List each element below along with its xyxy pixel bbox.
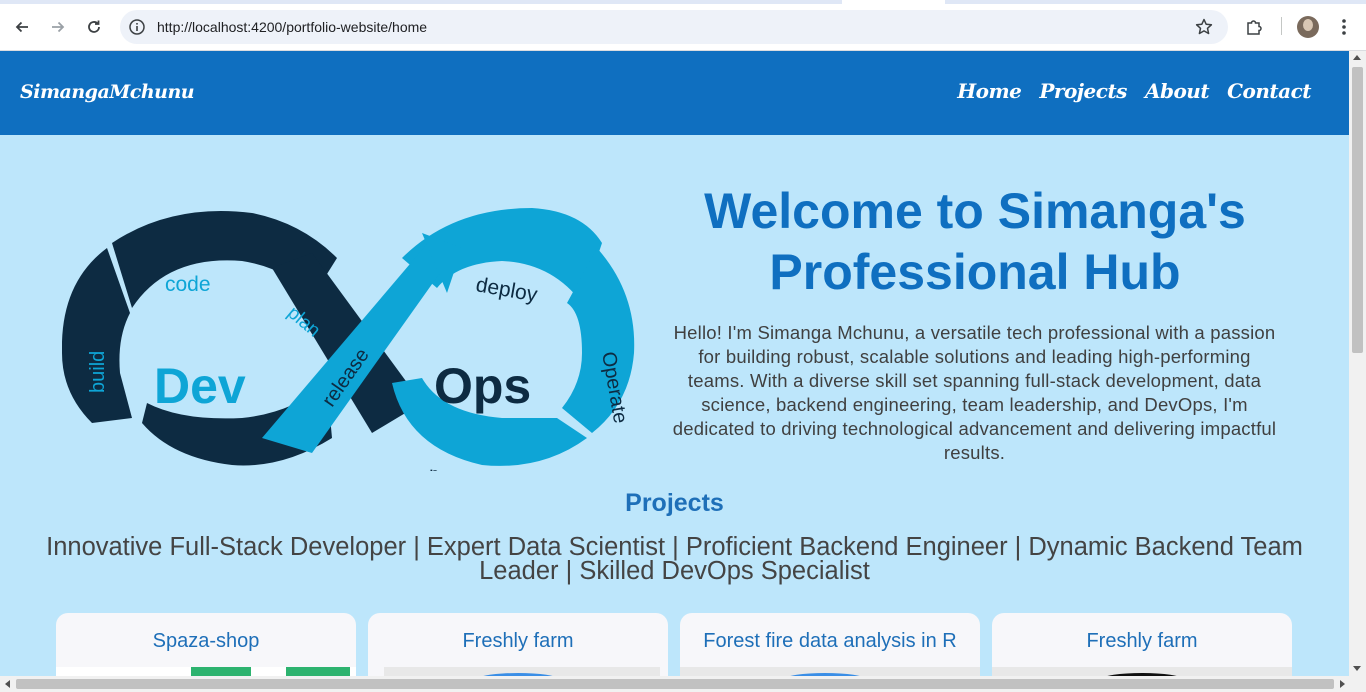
nav-home-link[interactable]: Home xyxy=(957,79,1022,103)
project-card[interactable]: Freshly farm xyxy=(992,613,1292,676)
scroll-up-arrow-icon[interactable] xyxy=(1353,55,1361,60)
project-thumbnail xyxy=(680,667,980,676)
project-card-title[interactable]: Freshly farm xyxy=(992,630,1292,653)
dev-word: Dev xyxy=(154,358,246,414)
reload-button[interactable] xyxy=(80,13,108,41)
projects-heading: Projects xyxy=(625,489,724,517)
brand-logo[interactable]: SimangaMchunu xyxy=(20,81,195,103)
bookmark-star-icon[interactable] xyxy=(1194,17,1214,42)
ops-word: Ops xyxy=(434,358,531,414)
code-word: code xyxy=(165,273,211,296)
hero-title-line2: Professional Hub xyxy=(769,244,1181,300)
scroll-down-arrow-icon[interactable] xyxy=(1353,666,1361,671)
scroll-right-arrow-icon[interactable] xyxy=(1340,680,1345,688)
projects-tagline: Innovative Full-Stack Developer | Expert… xyxy=(46,533,1303,585)
site-navbar: SimangaMchunu Home Projects About Contac… xyxy=(0,51,1349,135)
project-card-title[interactable]: Forest fire data analysis in R xyxy=(680,630,980,653)
build-word: build xyxy=(87,351,109,393)
reload-icon xyxy=(88,20,100,33)
vertical-scrollbar[interactable] xyxy=(1349,51,1366,676)
project-cards: Spaza-shop Freshly farm Forest fire data… xyxy=(56,613,1292,676)
site-info-icon[interactable] xyxy=(128,18,146,41)
browser-toolbar: http://localhost:4200/portfolio-website/… xyxy=(0,0,1366,51)
devops-infinity-image: Dev Ops code plan build test release dep… xyxy=(62,208,635,471)
scroll-left-arrow-icon[interactable] xyxy=(5,680,10,688)
project-thumbnail xyxy=(384,667,660,676)
nav-contact-link[interactable]: Contact xyxy=(1227,79,1311,103)
forward-button[interactable] xyxy=(44,13,72,41)
arrow-right-icon xyxy=(52,21,65,33)
project-card[interactable]: Freshly farm xyxy=(368,613,668,676)
toolbar-separator xyxy=(1281,17,1282,35)
horizontal-scrollbar[interactable] xyxy=(0,676,1366,692)
page-viewport: SimangaMchunu Home Projects About Contac… xyxy=(0,51,1349,676)
hero-title-line1: Welcome to Simanga's xyxy=(704,183,1246,239)
nav-about-link[interactable]: About xyxy=(1145,79,1210,103)
horizontal-scroll-thumb[interactable] xyxy=(16,679,1334,689)
project-card-title[interactable]: Spaza-shop xyxy=(56,630,356,653)
extensions-icon[interactable] xyxy=(1240,13,1268,41)
tab-strip-right xyxy=(945,0,1366,4)
hero-intro: Hello! I'm Simanga Mchunu, a versatile t… xyxy=(672,322,1277,463)
project-card[interactable]: Forest fire data analysis in R xyxy=(680,613,980,676)
nav-links: Home Projects About Contact xyxy=(957,79,1311,103)
project-thumbnail xyxy=(56,667,356,676)
vertical-scroll-thumb[interactable] xyxy=(1352,67,1363,353)
address-bar[interactable]: http://localhost:4200/portfolio-website/… xyxy=(120,10,1228,44)
url-text[interactable]: http://localhost:4200/portfolio-website/… xyxy=(157,19,427,35)
tab-strip xyxy=(0,0,842,4)
project-thumbnail xyxy=(992,667,1292,676)
project-card[interactable]: Spaza-shop xyxy=(56,613,356,676)
profile-avatar[interactable] xyxy=(1297,16,1319,38)
project-card-title[interactable]: Freshly farm xyxy=(368,630,668,653)
back-button[interactable] xyxy=(8,13,36,41)
hero-title: Welcome to Simanga's Professional Hub xyxy=(660,181,1290,303)
deploy-word: deploy xyxy=(474,273,539,306)
menu-kebab-icon[interactable] xyxy=(1330,13,1358,41)
arrow-left-icon xyxy=(15,21,28,33)
nav-projects-link[interactable]: Projects xyxy=(1039,79,1127,103)
